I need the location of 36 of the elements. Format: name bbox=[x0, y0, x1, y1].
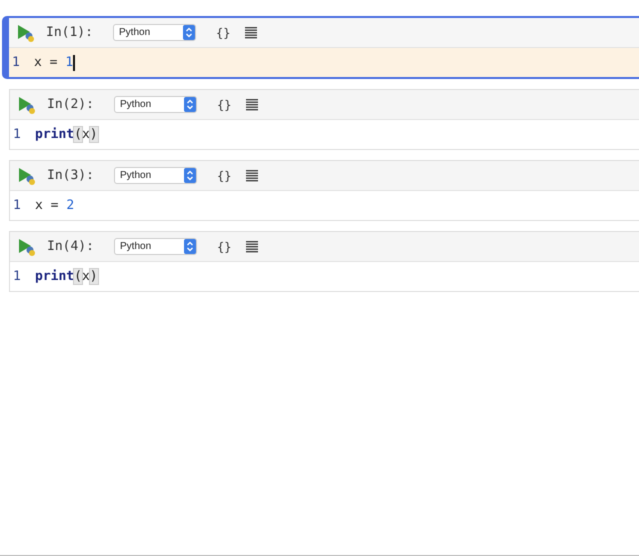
dropdown-arrows-icon bbox=[184, 168, 196, 183]
notebook-cell[interactable]: In(2): Python {} 1 print(x) bbox=[9, 89, 639, 150]
language-dropdown[interactable]: Python bbox=[113, 24, 196, 41]
line-number: 1 bbox=[12, 269, 22, 284]
run-icon[interactable] bbox=[17, 238, 37, 256]
braces-button[interactable]: {} bbox=[217, 168, 232, 182]
menu-icon[interactable] bbox=[245, 26, 258, 38]
braces-button[interactable]: {} bbox=[217, 240, 232, 254]
run-icon[interactable] bbox=[16, 24, 36, 42]
code-line[interactable]: x = 2 bbox=[35, 198, 74, 213]
dropdown-arrows-icon bbox=[184, 97, 196, 112]
menu-icon[interactable] bbox=[246, 98, 258, 110]
code-line[interactable]: print(x) bbox=[35, 127, 98, 142]
cell-prompt: In(2): bbox=[47, 97, 95, 112]
cell-prompt: In(1): bbox=[46, 25, 94, 40]
line-number: 1 bbox=[11, 54, 21, 70]
braces-button[interactable]: {} bbox=[216, 26, 230, 40]
braces-button[interactable]: {} bbox=[217, 98, 232, 112]
run-icon[interactable] bbox=[17, 96, 37, 114]
line-number: 1 bbox=[12, 127, 22, 142]
notebook-cell[interactable]: In(3): Python {} 1 x = 2 bbox=[9, 160, 639, 221]
dropdown-arrows-icon bbox=[183, 25, 195, 40]
language-dropdown[interactable]: Python bbox=[114, 96, 197, 113]
cell-prompt: In(4): bbox=[47, 239, 95, 254]
menu-icon[interactable] bbox=[246, 240, 258, 252]
line-number: 1 bbox=[12, 198, 22, 213]
language-dropdown[interactable]: Python bbox=[114, 167, 197, 184]
run-icon[interactable] bbox=[17, 166, 37, 184]
dropdown-arrows-icon bbox=[184, 239, 196, 254]
cell-prompt: In(3): bbox=[47, 168, 95, 183]
notebook-cell[interactable]: In(1): Python {} 1 x = 1 bbox=[2, 16, 639, 79]
code-line[interactable]: print(x) bbox=[35, 269, 98, 284]
notebook-cell[interactable]: In(4): Python {} 1 print(x) bbox=[9, 231, 639, 292]
language-dropdown[interactable]: Python bbox=[114, 238, 197, 255]
code-line[interactable]: x = 1 bbox=[34, 54, 76, 70]
menu-icon[interactable] bbox=[246, 170, 258, 182]
